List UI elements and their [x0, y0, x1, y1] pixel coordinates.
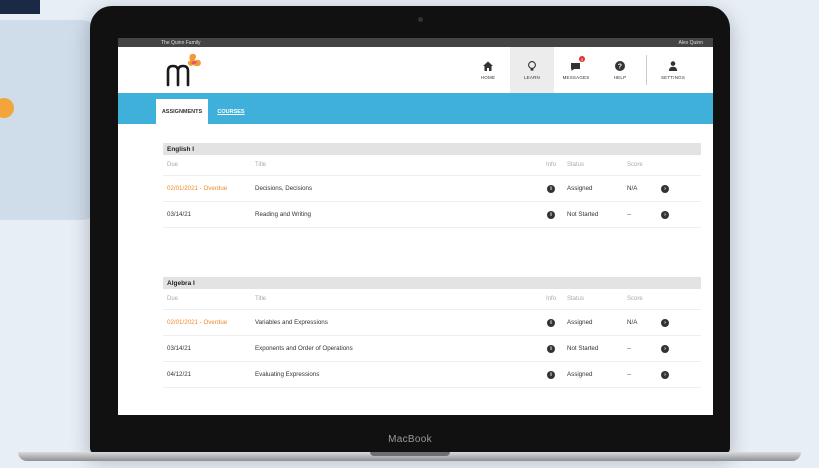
assignment-title: Reading and Writing: [255, 211, 311, 218]
info-icon[interactable]: i: [547, 344, 555, 353]
nav-home[interactable]: Home: [466, 47, 510, 93]
course-section: English I Due Title Info Status Score 02…: [163, 143, 701, 228]
due-date: 02/01/2021 - Overdue: [167, 319, 228, 326]
table-row[interactable]: 04/12/21 Evaluating Expressions i Assign…: [163, 362, 701, 388]
col-title: Title: [255, 296, 267, 302]
tab-assignments[interactable]: Assignments: [156, 99, 208, 124]
col-due: Due: [167, 296, 179, 302]
device-label: MacBook: [388, 434, 432, 445]
score-text: --: [627, 345, 632, 352]
info-icon[interactable]: i: [547, 184, 555, 193]
account-strip: The Quinn Family Alex Quinn: [118, 38, 713, 47]
laptop-notch: [370, 452, 450, 456]
camera-icon: [418, 17, 423, 22]
assignment-title: Variables and Expressions: [255, 319, 328, 326]
due-date: 03/14/21: [167, 345, 192, 352]
table-row[interactable]: 02/01/2021 - Overdue Decisions, Decision…: [163, 176, 701, 202]
arrow-right-icon[interactable]: ›: [661, 344, 669, 353]
nav-help-label: Help: [613, 75, 627, 80]
table-row[interactable]: 03/14/21 Exponents and Order of Operatio…: [163, 336, 701, 362]
col-info: Info: [545, 296, 556, 302]
tab-bar: Assignments Courses: [118, 93, 713, 124]
app-header: Home Learn 3 Messages ? Help Settings: [118, 47, 713, 93]
course-title: English I: [163, 143, 701, 155]
col-score: Score: [627, 162, 643, 168]
lightbulb-icon: [528, 61, 536, 71]
main-nav: Home Learn 3 Messages ? Help Settings: [466, 47, 695, 93]
status-text: Assigned: [567, 319, 593, 326]
status-text: Not Started: [567, 211, 599, 218]
score-text: N/A: [627, 185, 638, 192]
column-header-row: Due Title Info Status Score: [163, 289, 701, 310]
nav-home-label: Home: [480, 75, 496, 80]
assignment-title: Evaluating Expressions: [255, 371, 320, 378]
table-row[interactable]: 02/01/2021 - Overdue Variables and Expre…: [163, 310, 701, 336]
due-date: 03/14/21: [167, 211, 192, 218]
info-icon[interactable]: i: [547, 370, 555, 379]
score-text: N/A: [627, 319, 638, 326]
family-name: The Quinn Family: [161, 39, 201, 46]
course-title: Algebra I: [163, 277, 701, 289]
col-due: Due: [167, 162, 179, 168]
col-status: Status: [567, 296, 585, 302]
arrow-right-icon[interactable]: ›: [661, 210, 669, 219]
arrow-right-icon[interactable]: ›: [661, 318, 669, 327]
nav-learn[interactable]: Learn: [510, 47, 554, 93]
due-date: 02/01/2021 - Overdue: [167, 185, 228, 192]
col-title: Title: [255, 162, 267, 168]
course-section: Algebra I Due Title Info Status Score 02…: [163, 277, 701, 388]
col-status: Status: [567, 162, 585, 168]
col-score: Score: [627, 296, 643, 302]
nav-settings[interactable]: Settings: [651, 47, 695, 93]
status-text: Not Started: [567, 345, 599, 352]
messages-badge: 3: [579, 56, 585, 62]
due-date: 04/12/21: [167, 371, 192, 378]
nav-messages[interactable]: 3 Messages: [554, 47, 598, 93]
tab-courses[interactable]: Courses: [216, 99, 246, 124]
info-icon[interactable]: i: [547, 210, 555, 219]
nav-settings-label: Settings: [660, 75, 686, 80]
person-icon: [668, 61, 678, 71]
col-info: Info: [545, 162, 556, 168]
home-icon: [483, 61, 493, 71]
info-icon[interactable]: i: [547, 318, 555, 327]
assignment-title: Exponents and Order of Operations: [255, 345, 353, 352]
logo-icon[interactable]: [164, 51, 204, 89]
nav-messages-label: Messages: [562, 75, 590, 80]
background-corner-bar: [0, 0, 40, 14]
nav-divider: [646, 55, 647, 85]
help-icon: ?: [615, 61, 625, 71]
score-text: --: [627, 371, 632, 378]
status-text: Assigned: [567, 185, 593, 192]
arrow-right-icon[interactable]: ›: [661, 184, 669, 193]
app-screen: The Quinn Family Alex Quinn Home Learn 3…: [118, 38, 713, 415]
table-row[interactable]: 03/14/21 Reading and Writing i Not Start…: [163, 202, 701, 228]
user-name[interactable]: Alex Quinn: [679, 40, 703, 46]
arrow-right-icon[interactable]: ›: [661, 370, 669, 379]
nav-learn-label: Learn: [523, 75, 540, 80]
column-header-row: Due Title Info Status Score: [163, 155, 701, 176]
score-text: --: [627, 211, 632, 218]
status-text: Assigned: [567, 371, 593, 378]
assignment-title: Decisions, Decisions: [255, 185, 313, 192]
nav-help[interactable]: ? Help: [598, 47, 642, 93]
svg-text:?: ?: [618, 64, 622, 71]
